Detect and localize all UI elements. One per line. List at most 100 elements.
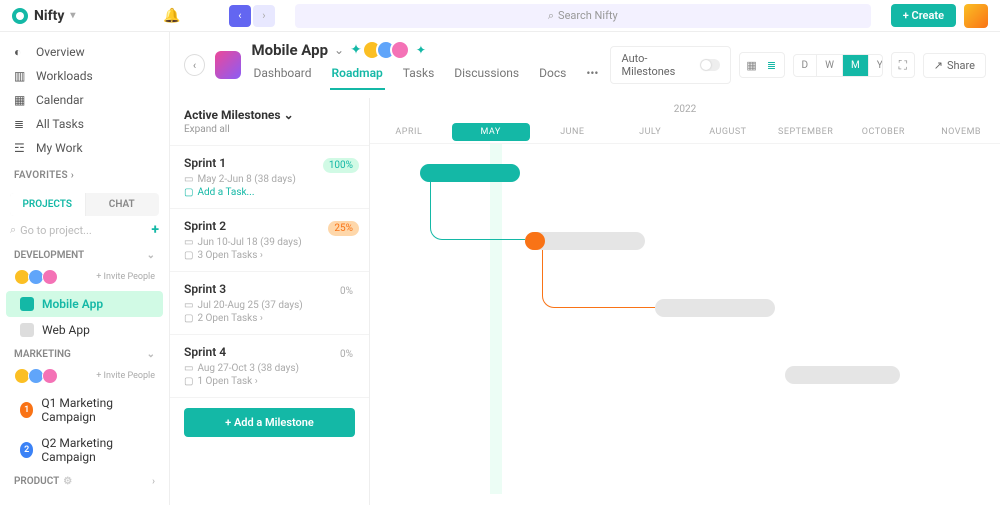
milestones-header[interactable]: Active Milestones ⌄ Expand all <box>170 98 369 146</box>
nav-forward-button[interactable]: › <box>253 5 275 27</box>
zoom-week[interactable]: W <box>816 55 842 76</box>
tab-dashboard[interactable]: Dashboard <box>251 66 313 90</box>
expand-all[interactable]: Expand all <box>184 124 355 135</box>
tab-discussions[interactable]: Discussions <box>452 66 521 90</box>
auto-milestones-toggle[interactable]: Auto-Milestones <box>610 46 730 84</box>
invite-people[interactable]: + Invite People <box>96 272 155 282</box>
month-header[interactable]: JUNE <box>534 121 612 143</box>
gantt-bar-sprint-3[interactable] <box>655 299 775 317</box>
milestone-dates: ▭Jul 20-Aug 25 (37 days) <box>184 300 355 311</box>
focus-icon[interactable]: ⛶ <box>891 52 915 78</box>
month-header[interactable]: OCTOBER <box>845 121 923 143</box>
avatar <box>390 40 410 60</box>
milestone-sub[interactable]: ▢1 Open Task › <box>184 376 355 387</box>
brand[interactable]: Nifty ▾ <box>12 8 75 24</box>
sparkle-icon[interactable]: ✦ <box>350 42 362 58</box>
milestone-item[interactable]: Sprint 2 ▭Jun 10-Jul 18 (39 days) ▢3 Ope… <box>170 209 369 272</box>
add-member-icon[interactable]: ✦ <box>416 43 426 57</box>
gauge-icon: ◐ <box>14 45 28 59</box>
month-header[interactable]: JULY <box>611 121 689 143</box>
tab-docs[interactable]: Docs <box>537 66 568 90</box>
month-header[interactable]: AUGUST <box>689 121 767 143</box>
milestone-item[interactable]: Sprint 4 ▭Aug 27-Oct 3 (38 days) ▢1 Open… <box>170 335 369 398</box>
gantt-bar-sprint-1[interactable] <box>420 164 520 182</box>
milestone-dates: ▭Aug 27-Oct 3 (38 days) <box>184 363 355 374</box>
project-mobile-app[interactable]: Mobile App <box>6 291 163 317</box>
tab-roadmap[interactable]: Roadmap <box>330 66 385 90</box>
group-product[interactable]: PRODUCT ⚙› <box>0 470 169 493</box>
grid-view-icon[interactable]: ▦ <box>744 57 760 73</box>
mkt-people: + Invite People <box>0 366 169 390</box>
nav-workloads[interactable]: ▥Workloads <box>0 64 169 88</box>
gantt-bar-sprint-2[interactable] <box>525 232 645 250</box>
month-header[interactable]: SEPTEMBER <box>767 121 845 143</box>
invite-people[interactable]: + Invite People <box>96 371 155 381</box>
tab-chat[interactable]: CHAT <box>85 193 160 216</box>
chevron-down-icon: ⌄ <box>147 250 155 261</box>
calendar-icon: ▭ <box>184 174 193 185</box>
project-q1-marketing[interactable]: 1 Q1 Marketing Campaign <box>6 390 163 430</box>
tab-projects[interactable]: PROJECTS <box>10 193 85 216</box>
add-milestone-button[interactable]: + Add a Milestone <box>184 408 355 437</box>
back-button[interactable]: ‹ <box>184 54 205 76</box>
list-view-icon[interactable]: ≣ <box>764 57 780 73</box>
project-badge: 1 <box>20 402 33 418</box>
search-icon: ⌕ <box>10 223 16 237</box>
member-stack[interactable] <box>368 40 410 60</box>
nav-back-button[interactable]: ‹ <box>229 5 251 27</box>
sidebar: ◐Overview ▥Workloads ▦Calendar ≣All Task… <box>0 32 170 505</box>
plus-icon: + <box>903 9 912 22</box>
chevron-right-icon: › <box>71 170 74 181</box>
share-button[interactable]: ↗Share <box>923 53 986 78</box>
milestone-percent: 0% <box>334 284 359 299</box>
avatar[interactable] <box>42 269 58 285</box>
milestone-percent: 100% <box>323 158 359 173</box>
connector <box>430 182 525 240</box>
month-header[interactable]: MAY <box>452 123 530 141</box>
milestone-sub[interactable]: ▢3 Open Tasks › <box>184 250 355 261</box>
gantt-bar-sprint-4[interactable] <box>785 366 900 384</box>
task-icon: ▢ <box>184 187 193 198</box>
group-development[interactable]: DEVELOPMENT⌄ <box>0 244 169 267</box>
project-thumbnail <box>215 51 242 79</box>
milestone-sub[interactable]: ▢2 Open Tasks › <box>184 313 355 324</box>
milestone-dates: ▭Jun 10-Jul 18 (39 days) <box>184 237 355 248</box>
project-q2-marketing[interactable]: 2 Q2 Marketing Campaign <box>6 430 163 470</box>
tab-tasks[interactable]: Tasks <box>401 66 437 90</box>
list-icon: ≣ <box>14 117 28 131</box>
project-web-app[interactable]: Web App <box>6 317 163 343</box>
search-input[interactable]: ⌕ Search Nifty <box>295 4 871 28</box>
calendar-icon: ▭ <box>184 363 193 374</box>
milestone-item[interactable]: Sprint 3 ▭Jul 20-Aug 25 (37 days) ▢2 Ope… <box>170 272 369 335</box>
avatar[interactable] <box>42 368 58 384</box>
zoom-month[interactable]: M <box>842 55 868 76</box>
notifications-icon[interactable]: 🔔 <box>163 8 180 24</box>
nav-all-tasks[interactable]: ≣All Tasks <box>0 112 169 136</box>
zoom-year[interactable]: Y <box>868 55 883 76</box>
zoom-day[interactable]: D <box>794 55 817 76</box>
group-marketing[interactable]: MARKETING⌄ <box>0 343 169 366</box>
nav-overview[interactable]: ◐Overview <box>0 40 169 64</box>
calendar-icon: ▦ <box>14 93 28 107</box>
create-button[interactable]: + Create <box>891 4 956 27</box>
month-header[interactable]: NOVEMB <box>922 121 1000 143</box>
chevron-down-icon: ⌄ <box>147 349 155 360</box>
favorites-header[interactable]: FAVORITES › <box>0 160 169 187</box>
chevron-down-icon[interactable]: ⌄ <box>334 43 344 57</box>
milestone-name: Sprint 3 <box>184 282 355 296</box>
project-header: ‹ Mobile App ⌄ ✦ ✦ Dashboard Roadmap <box>170 32 1000 98</box>
task-icon: ▢ <box>184 313 193 324</box>
tab-more[interactable]: ••• <box>584 66 600 90</box>
milestone-item[interactable]: Sprint 1 ▭May 2-Jun 8 (38 days) ▢Add a T… <box>170 146 369 209</box>
add-project-button[interactable]: + <box>151 222 159 238</box>
calendar-icon: ▭ <box>184 300 193 311</box>
nav-my-work[interactable]: ☲My Work <box>0 136 169 160</box>
project-search[interactable]: ⌕ Go to project... + <box>10 222 159 238</box>
nav-calendar[interactable]: ▦Calendar <box>0 88 169 112</box>
milestone-sub[interactable]: ▢Add a Task... <box>184 187 355 198</box>
user-avatar[interactable] <box>964 4 988 28</box>
month-header[interactable]: APRIL <box>370 121 448 143</box>
chevron-down-icon: ⌄ <box>284 108 294 122</box>
calendar-icon: ▭ <box>184 237 193 248</box>
brand-icon <box>12 8 28 24</box>
